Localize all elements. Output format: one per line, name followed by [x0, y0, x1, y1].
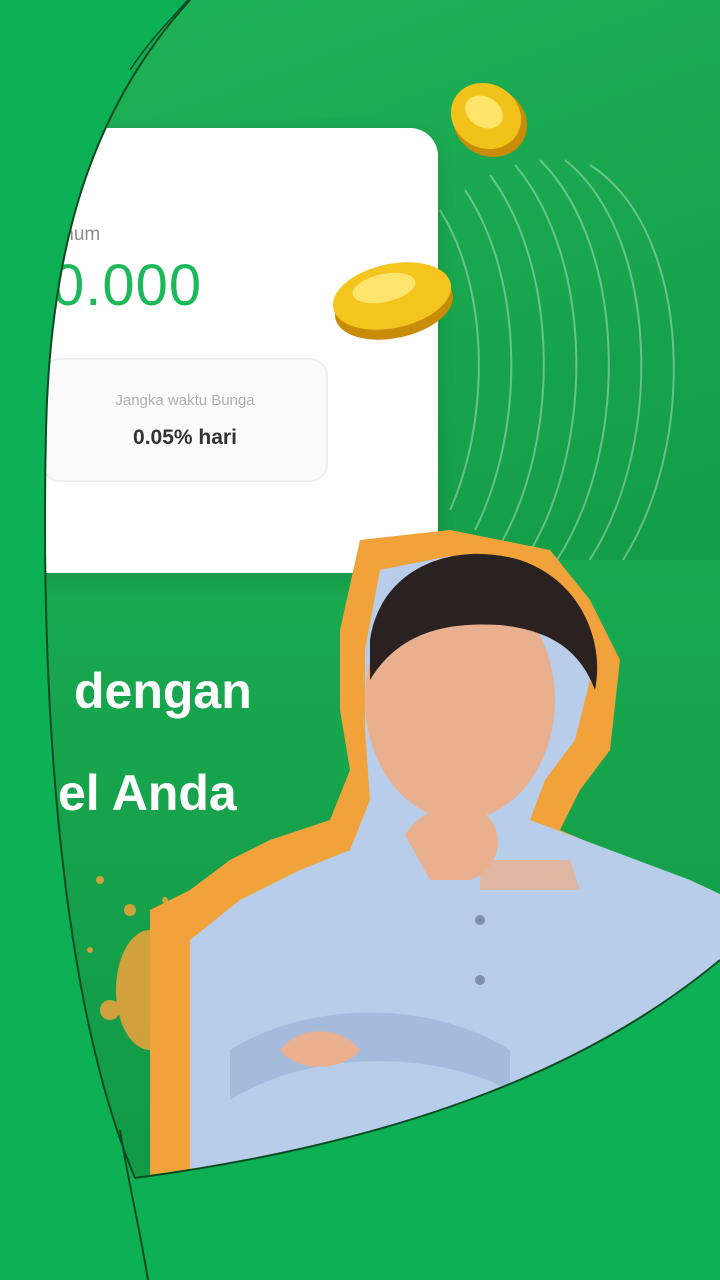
coin-icon [322, 248, 462, 350]
loan-card: mum 0.000 Jangka waktu Bunga 0.05% hari [0, 128, 438, 573]
interest-term-box: Jangka waktu Bunga 0.05% hari [42, 358, 328, 482]
card-caption: mum [58, 224, 101, 245]
loan-amount: 0.000 [52, 253, 203, 318]
coin-icon [440, 72, 536, 166]
sound-rings-decoration [430, 120, 720, 560]
promo-banner: mum 0.000 Jangka waktu Bunga 0.05% hari … [0, 0, 720, 1280]
term-value: 0.05% hari [133, 426, 237, 449]
term-label: Jangka waktu Bunga [115, 392, 255, 409]
thinking-man-photo [150, 530, 720, 1280]
